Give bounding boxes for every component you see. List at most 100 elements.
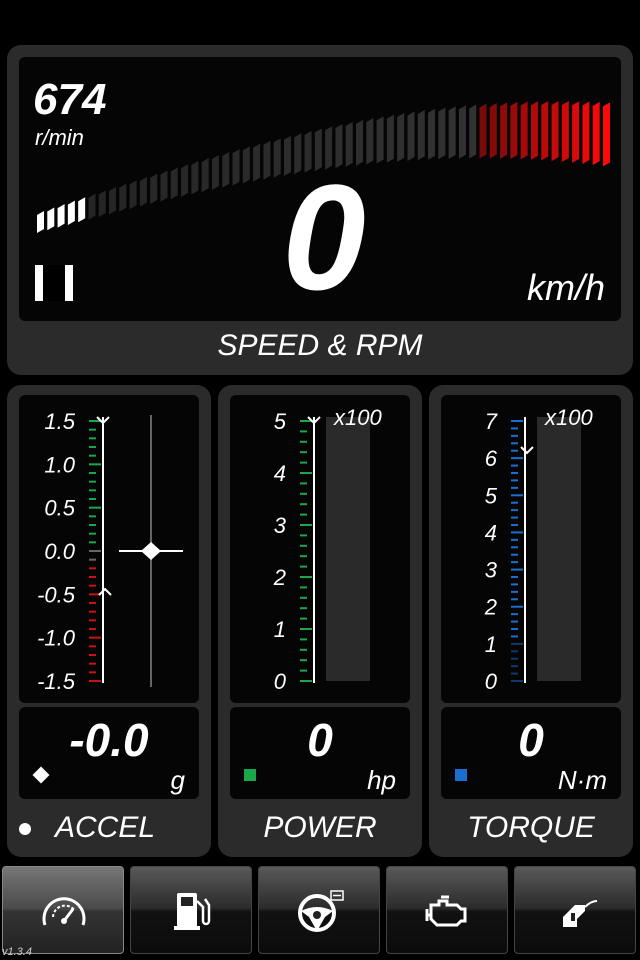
steering-wheel-icon xyxy=(298,890,344,932)
rpm-segment xyxy=(181,164,189,197)
g-position-marker xyxy=(141,542,161,560)
gauge-tick-label: 3 xyxy=(485,558,498,583)
rpm-segment xyxy=(541,101,549,161)
gauge-tick-label: 6 xyxy=(485,446,498,471)
rpm-segment xyxy=(458,105,466,159)
tab-fuel[interactable] xyxy=(130,866,252,954)
rpm-segment xyxy=(47,207,55,231)
tab-speedometer[interactable] xyxy=(2,866,124,954)
gauge-tick-label: 1 xyxy=(485,632,497,657)
gauge-tick-label: 0.5 xyxy=(44,496,75,521)
rpm-segment xyxy=(417,110,425,161)
torque-peak-marker xyxy=(520,446,534,455)
rpm-segment xyxy=(500,102,508,159)
accel-label: ACCEL xyxy=(55,811,156,844)
rpm-segment xyxy=(520,101,528,160)
rpm-segment xyxy=(407,111,415,161)
power-gauge: 5 4 3 2 1 0 x100 xyxy=(273,405,383,694)
gauge-tick-label: 5 xyxy=(274,409,287,434)
rpm-segment xyxy=(428,108,436,160)
speed-rpm-label: SPEED & RPM xyxy=(217,329,423,362)
rpm-value: 674 xyxy=(33,75,107,124)
gauge-tick-label: 1.5 xyxy=(44,409,75,434)
gauge-tick-label: 2 xyxy=(273,565,286,590)
gauge-tick-label: -1.0 xyxy=(37,626,76,651)
accel-dot-icon xyxy=(19,823,31,835)
power-readout: 0 hp xyxy=(230,707,410,799)
rpm-segment xyxy=(551,101,559,162)
gauge-tick-label: 1 xyxy=(274,617,286,642)
torque-bar-track xyxy=(537,417,581,681)
accel-readout: -0.0 g xyxy=(19,707,199,799)
fuel-pump-icon xyxy=(174,893,211,930)
tab-engine[interactable] xyxy=(386,866,508,954)
torque-readout: 0 N·m xyxy=(441,707,621,799)
rpm-segment xyxy=(67,200,75,225)
power-panel: 5 4 3 2 1 0 x100 0 hp POWER xyxy=(218,385,422,857)
gauge-tick-label: 0.0 xyxy=(44,539,75,564)
rpm-segment xyxy=(170,167,178,200)
rpm-segment xyxy=(232,149,240,186)
rpm-segment xyxy=(438,107,446,160)
rpm-segment xyxy=(98,190,106,217)
rpm-segment xyxy=(510,101,518,159)
gauge-tick-label: 4 xyxy=(274,461,286,486)
torque-multiplier: x100 xyxy=(544,405,593,430)
rpm-segment xyxy=(201,158,209,193)
rpm-segment xyxy=(88,193,96,220)
power-bar-track xyxy=(326,417,370,681)
power-color-swatch-icon xyxy=(244,769,256,781)
rpm-unit: r/min xyxy=(35,125,84,150)
torque-value: 0 xyxy=(518,714,544,766)
rpm-segment xyxy=(222,152,230,188)
rpm-segment xyxy=(366,118,374,165)
speed-unit: km/h xyxy=(526,267,605,308)
power-multiplier: x100 xyxy=(333,405,382,430)
rpm-segment xyxy=(139,177,147,207)
accel-gauge: 1.5 1.0 0.5 0.0 -0.5 -1.0 -1.5 xyxy=(37,409,183,694)
engine-icon xyxy=(425,895,467,927)
tab-fuel-nozzle[interactable] xyxy=(514,866,636,954)
rpm-segment xyxy=(561,101,569,162)
rpm-segment xyxy=(582,101,590,164)
rpm-segment xyxy=(109,187,117,215)
gauge-tick-label: 0 xyxy=(274,669,287,694)
torque-panel: 7 6 5 4 3 2 1 0 x100 0 N·m TORQUE xyxy=(429,385,633,857)
tab-steering[interactable] xyxy=(258,866,380,954)
rpm-segment xyxy=(448,106,456,159)
gear-indicator: I xyxy=(35,265,73,301)
gauge-tick-label: 4 xyxy=(485,520,497,545)
speed-rpm-panel: 674 r/min I 0 km/h SPEED & RPM xyxy=(7,45,633,375)
gauge-tick-label: 1.0 xyxy=(44,452,75,477)
gauge-tick-label: -1.5 xyxy=(37,669,76,694)
torque-gauge: 7 6 5 4 3 2 1 0 x100 xyxy=(484,405,594,694)
speedometer-icon xyxy=(42,897,86,926)
min-peak-marker xyxy=(98,587,112,596)
gauge-tick-label: 5 xyxy=(485,483,498,508)
rpm-segment xyxy=(37,211,44,233)
rpm-segment xyxy=(397,112,405,162)
gauge-tick-label: 2 xyxy=(484,595,497,620)
torque-unit: N·m xyxy=(557,765,607,795)
power-value: 0 xyxy=(307,714,333,766)
torque-color-swatch-icon xyxy=(455,769,467,781)
rpm-segment xyxy=(129,180,137,210)
rpm-segment xyxy=(386,114,394,163)
gauge-tick-label: -0.5 xyxy=(37,582,76,607)
rpm-segment xyxy=(191,161,199,195)
rpm-segment xyxy=(242,146,250,184)
torque-gauge-screen: 7 6 5 4 3 2 1 0 x100 xyxy=(441,395,621,703)
rpm-segment xyxy=(150,173,158,205)
rpm-segment xyxy=(603,102,610,167)
diamond-icon xyxy=(32,766,50,784)
rpm-segment xyxy=(572,101,580,163)
rpm-segment xyxy=(479,103,487,159)
rpm-segment xyxy=(530,101,538,160)
rpm-segment xyxy=(376,116,384,164)
accel-unit: g xyxy=(170,765,185,795)
version-label: v1.3.4 xyxy=(2,946,32,958)
rpm-segment xyxy=(57,204,65,228)
speed-value: 0 xyxy=(282,153,366,321)
power-label: POWER xyxy=(263,811,377,844)
rpm-segment xyxy=(119,183,127,212)
